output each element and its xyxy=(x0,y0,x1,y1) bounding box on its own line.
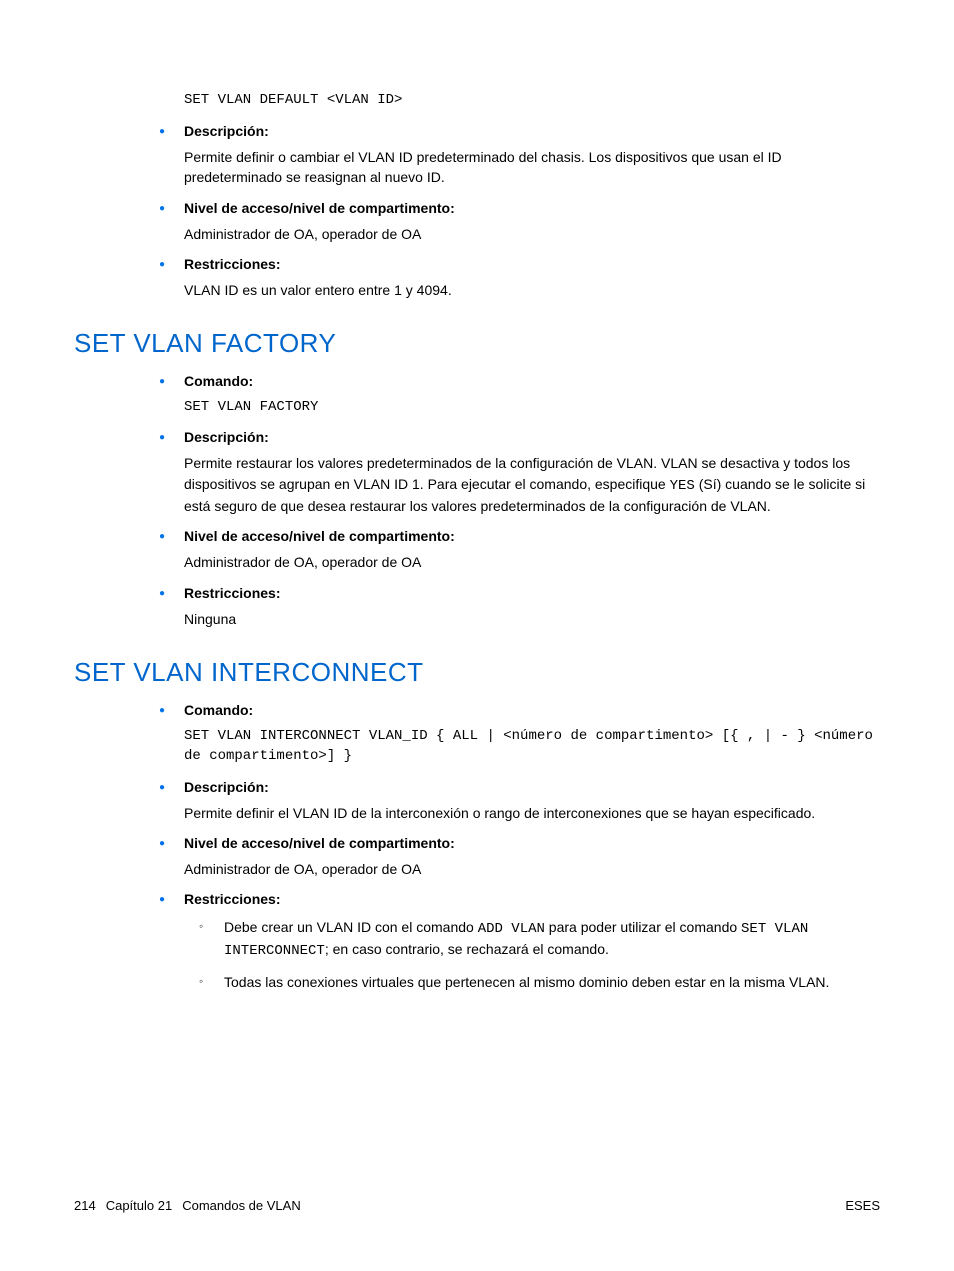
sub-list-item: Debe crear un VLAN ID con el comando ADD… xyxy=(184,917,880,962)
item-body: VLAN ID es un valor entero entre 1 y 409… xyxy=(184,280,880,300)
footer-right: ESES xyxy=(845,1198,880,1213)
bullet-list: Comando: SET VLAN INTERCONNECT VLAN_ID {… xyxy=(144,702,880,992)
bullet-list: Comando: SET VLAN FACTORY Descripción: P… xyxy=(144,373,880,629)
chapter-label: Capítulo 21 xyxy=(106,1198,173,1213)
footer-left: 214 Capítulo 21 Comandos de VLAN xyxy=(74,1198,301,1213)
text: para poder utilizar el comando xyxy=(545,919,741,935)
item-label: Comando: xyxy=(184,373,880,389)
page-number: 214 xyxy=(74,1198,96,1213)
item-label: Nivel de acceso/nivel de compartimento: xyxy=(184,528,880,544)
document-page: SET VLAN DEFAULT <VLAN ID> Descripción: … xyxy=(0,0,954,1271)
item-code: SET VLAN FACTORY xyxy=(184,397,880,417)
bullet-list: Descripción: Permite definir o cambiar e… xyxy=(144,123,880,300)
inline-code: ADD VLAN xyxy=(478,921,545,937)
item-label: Nivel de acceso/nivel de compartimento: xyxy=(184,200,880,216)
sub-list-item: Todas las conexiones virtuales que perte… xyxy=(184,972,880,992)
sub-list: Debe crear un VLAN ID con el comando ADD… xyxy=(184,917,880,992)
item-body: Ninguna xyxy=(184,609,880,629)
section-1: Comando: SET VLAN FACTORY Descripción: P… xyxy=(144,373,880,629)
item-label: Restricciones: xyxy=(184,891,880,907)
section-heading: SET VLAN INTERCONNECT xyxy=(74,657,880,688)
item-label: Descripción: xyxy=(184,779,880,795)
text: ; en caso contrario, se rechazará el com… xyxy=(325,941,609,957)
section-heading: SET VLAN FACTORY xyxy=(74,328,880,359)
item-label: Descripción: xyxy=(184,429,880,445)
item-code: SET VLAN INTERCONNECT VLAN_ID { ALL | <n… xyxy=(184,726,880,767)
list-item: Nivel de acceso/nivel de compartimento: … xyxy=(144,200,880,244)
list-item: Comando: SET VLAN FACTORY xyxy=(144,373,880,417)
page-footer: 214 Capítulo 21 Comandos de VLAN ESES xyxy=(74,1198,880,1213)
item-label: Descripción: xyxy=(184,123,880,139)
text: Debe crear un VLAN ID con el comando xyxy=(224,919,478,935)
item-body: Administrador de OA, operador de OA xyxy=(184,552,880,572)
list-item: Descripción: Permite definir o cambiar e… xyxy=(144,123,880,188)
item-body: Administrador de OA, operador de OA xyxy=(184,224,880,244)
item-body: Permite definir el VLAN ID de la interco… xyxy=(184,803,880,823)
item-label: Restricciones: xyxy=(184,256,880,272)
list-item: Comando: SET VLAN INTERCONNECT VLAN_ID {… xyxy=(144,702,880,767)
list-item: Restricciones: VLAN ID es un valor enter… xyxy=(144,256,880,300)
item-body: Administrador de OA, operador de OA xyxy=(184,859,880,879)
item-body: Permite definir o cambiar el VLAN ID pre… xyxy=(184,147,880,188)
list-item: Nivel de acceso/nivel de compartimento: … xyxy=(144,528,880,572)
chapter-title: Comandos de VLAN xyxy=(182,1198,301,1213)
item-label: Nivel de acceso/nivel de compartimento: xyxy=(184,835,880,851)
list-item: Restricciones: Debe crear un VLAN ID con… xyxy=(144,891,880,992)
section-0: Descripción: Permite definir o cambiar e… xyxy=(144,123,880,300)
list-item: Restricciones: Ninguna xyxy=(144,585,880,629)
item-label: Restricciones: xyxy=(184,585,880,601)
inline-code: YES xyxy=(670,478,695,494)
item-body: Permite restaurar los valores predetermi… xyxy=(184,453,880,516)
item-label: Comando: xyxy=(184,702,880,718)
list-item: Descripción: Permite definir el VLAN ID … xyxy=(144,779,880,823)
list-item: Nivel de acceso/nivel de compartimento: … xyxy=(144,835,880,879)
list-item: Descripción: Permite restaurar los valor… xyxy=(144,429,880,516)
code-line: SET VLAN DEFAULT <VLAN ID> xyxy=(184,90,880,111)
section-2: Comando: SET VLAN INTERCONNECT VLAN_ID {… xyxy=(144,702,880,992)
